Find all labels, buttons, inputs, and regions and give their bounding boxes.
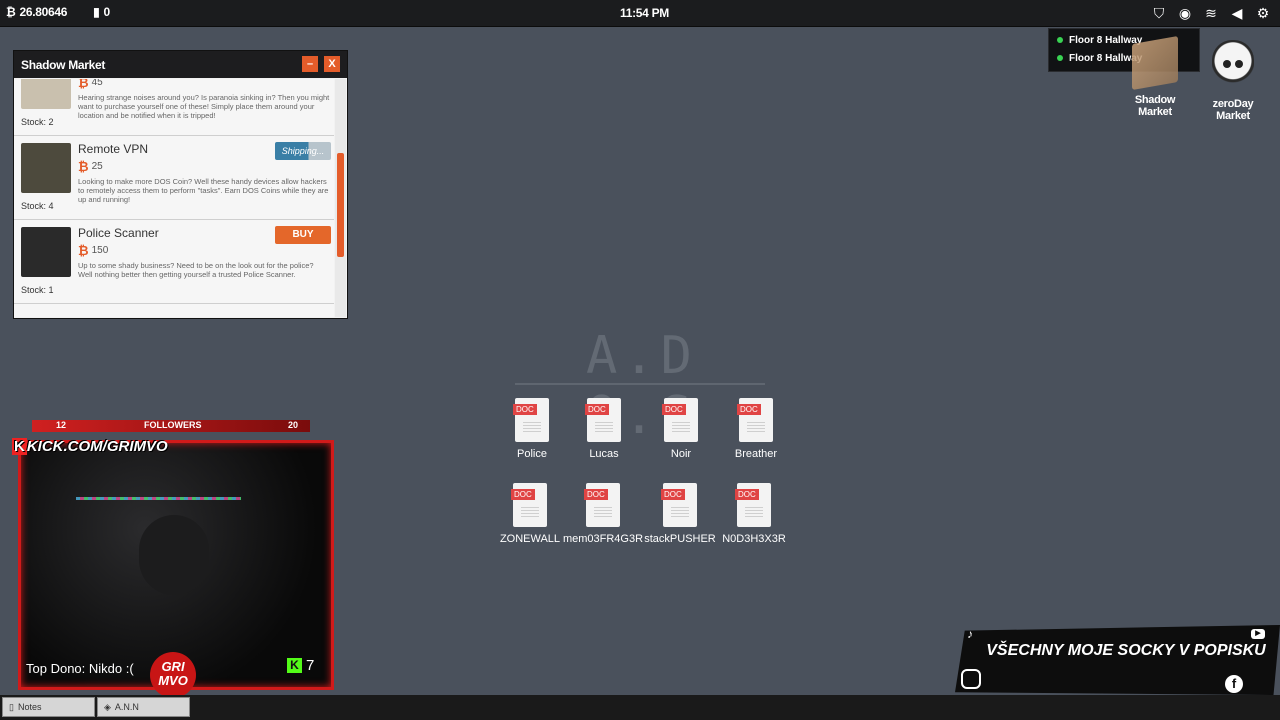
window-title: Shadow Market [21, 57, 106, 72]
product-stock: Stock: 2 [21, 117, 54, 127]
dos-coin-icon: ₿ [78, 159, 89, 174]
taskbar-item-notes[interactable]: ▯ Notes [2, 697, 95, 717]
dos-coin-icon: ₿ [78, 79, 89, 90]
signal-icon[interactable]: ◉ [1176, 4, 1194, 22]
document-icon: DOC [735, 483, 771, 527]
settings-icon[interactable]: ⚙ [1254, 4, 1272, 22]
tiktok-icon: ♪ [967, 627, 973, 641]
followers-bar: 12 FOLLOWERS 20 [32, 420, 310, 432]
book-icon: ▮ [93, 5, 100, 19]
notes-icon: ▯ [9, 701, 14, 712]
scrollbar[interactable] [335, 79, 346, 317]
youtube-icon: ▶ [1251, 629, 1265, 639]
kick-logo-icon: K [12, 438, 27, 455]
wifi-icon[interactable]: ≋ [1202, 4, 1220, 22]
product-description: Looking to make more DOS Coin? Well thes… [78, 177, 329, 204]
document-icon: DOC [511, 483, 547, 527]
close-button[interactable]: X [324, 56, 340, 72]
skull-icon [1212, 40, 1254, 92]
volume-icon[interactable]: ◀ [1228, 4, 1246, 22]
taskbar-item-ann[interactable]: ◈ A.N.N [97, 697, 190, 717]
coin-balance: ₿ 26.80646 [6, 5, 68, 19]
product-name: Police Scanner [78, 226, 159, 240]
product-price: ₿ 150 [78, 243, 109, 258]
doc-file-noir[interactable]: DOC Noir [639, 398, 723, 460]
top-bar: ₿ 26.80646 ▮ 0 11:54 PM ⛉ ◉ ≋ ◀ ⚙ [0, 0, 1280, 27]
doc-file-lucas[interactable]: DOC Lucas [562, 398, 646, 460]
kick-viewer-count: K 7 [287, 657, 314, 674]
product-list: ₿ 45 Hearing strange noises around you? I… [14, 79, 334, 317]
minimize-button[interactable]: – [302, 56, 318, 72]
remote-vpn-image [21, 143, 71, 193]
package-box-icon [1132, 35, 1178, 91]
doc-file-zonewall[interactable]: DOC ZONEWALL [488, 483, 572, 545]
scrollbar-thumb[interactable] [337, 153, 344, 257]
doc-file-stackpusher[interactable]: DOC stackPUSHER [638, 483, 722, 545]
product-name: Remote VPN [78, 142, 149, 156]
clock: 11:54 PM [620, 6, 669, 20]
ann-icon: ◈ [104, 701, 111, 712]
doc-counter: ▮ 0 [93, 5, 110, 19]
taskbar: ▯ Notes ◈ A.N.N [0, 695, 1280, 720]
facebook-icon: f [1225, 675, 1243, 693]
product-stock: Stock: 1 [21, 285, 54, 295]
product-item: Remote VPN ₿ 25 Looking to make more DOS … [14, 135, 334, 220]
product-price: ₿ 45 [78, 79, 103, 90]
social-banner: VŠECHNY MOJE SOCKY V POPISKU ♪ f ▶ [955, 625, 1280, 695]
status-dot-icon [1057, 55, 1063, 61]
document-icon: DOC [661, 483, 697, 527]
kick-icon: K [287, 658, 302, 673]
ados-divider [515, 383, 765, 385]
desktop-icon-zeroday-market[interactable]: zeroDay Market [1196, 40, 1270, 122]
buy-button[interactable]: BUY [275, 226, 331, 244]
kick-url: K KICK.COM/GRIMVO [12, 438, 168, 455]
streamer-silhouette [139, 515, 209, 595]
doc-file-n0d3h3x3r[interactable]: DOC N0D3H3X3R [712, 483, 796, 545]
product-item: Police Scanner ₿ 150 Up to some shady bus… [14, 219, 334, 304]
document-icon: DOC [737, 398, 773, 442]
product-price: ₿ 25 [78, 159, 103, 174]
product-item: ₿ 45 Hearing strange noises around you? I… [14, 79, 334, 136]
document-icon: DOC [584, 483, 620, 527]
dos-coin-icon: ₿ [78, 243, 89, 258]
led-lights [76, 497, 241, 500]
top-donor: Top Dono: Nikdo :( [26, 661, 134, 676]
grimvo-logo: GRI MVO [150, 652, 196, 698]
doc-file-mem03fr4g3r[interactable]: DOC mem03FR4G3R [561, 483, 645, 545]
status-dot-icon [1057, 37, 1063, 43]
shipping-button[interactable]: Shipping... [275, 142, 331, 160]
document-icon: DOC [585, 398, 621, 442]
dos-coin-icon: ₿ [6, 5, 16, 19]
instagram-icon [961, 669, 981, 689]
document-icon: DOC [513, 398, 549, 442]
product-description: Hearing strange noises around you? Is pa… [78, 93, 330, 120]
window-titlebar[interactable]: Shadow Market – X [14, 51, 347, 78]
police-scanner-image [21, 227, 71, 277]
followers-goal: 20 [288, 420, 299, 430]
shadow-market-window: Shadow Market – X ₿ 45 Hearing strange no… [13, 50, 348, 319]
social-banner-text: VŠECHNY MOJE SOCKY V POPISKU [986, 642, 1266, 659]
shield-icon[interactable]: ⛉ [1150, 4, 1168, 22]
desktop-icon-shadow-market[interactable]: Shadow Market [1118, 35, 1192, 118]
product-stock: Stock: 4 [21, 201, 54, 211]
motion-sensor-image [21, 79, 71, 109]
followers-label: FOLLOWERS [144, 420, 202, 430]
doc-file-breather[interactable]: DOC Breather [714, 398, 798, 460]
followers-current: 12 [56, 420, 67, 430]
document-icon: DOC [662, 398, 698, 442]
product-description: Up to some shady business? Need to be on… [78, 261, 314, 279]
